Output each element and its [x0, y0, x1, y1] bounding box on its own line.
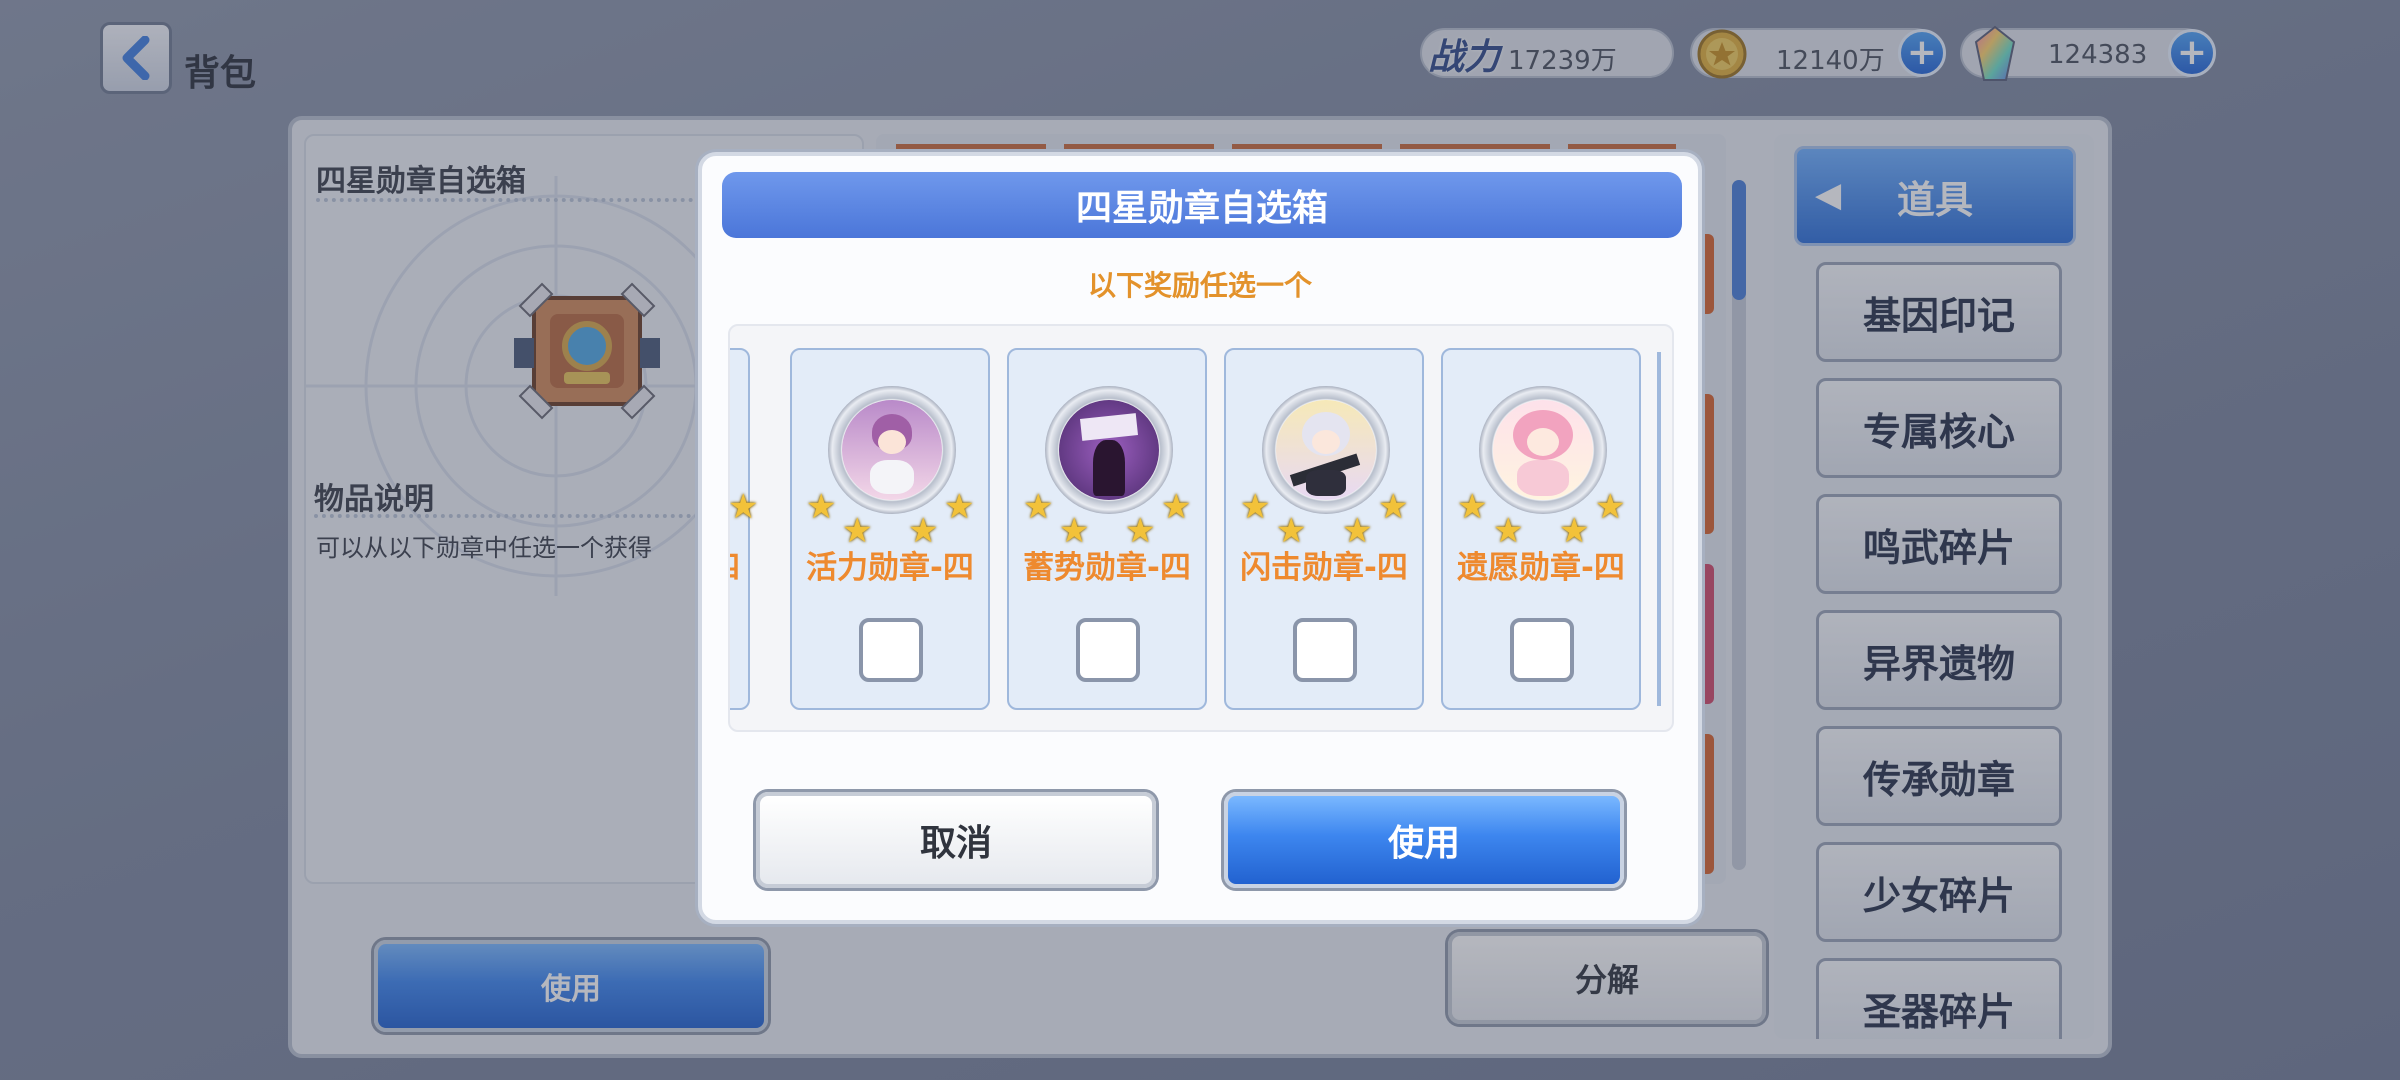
- option-card-momentum[interactable]: ★ ★ ★ ★ 蓄势勋章-四: [1007, 348, 1207, 710]
- dialog-subtitle: 以下奖励任选一个: [1087, 269, 1312, 302]
- option-card-vitality[interactable]: ★ ★ ★ ★ 活力勋章-四: [790, 348, 990, 710]
- medal-portrait: [1262, 386, 1390, 514]
- star-icon: ★: [1378, 487, 1409, 527]
- option-name: 活力勋章-四: [806, 550, 974, 586]
- star-icon: ★: [944, 487, 975, 527]
- option-checkbox[interactable]: [1293, 618, 1357, 682]
- option-name: 遗愿勋章-四: [1457, 550, 1625, 586]
- option-card-last-wish[interactable]: ★ ★ ★ ★ 遗愿勋章-四: [1441, 348, 1641, 710]
- option-checkbox[interactable]: [859, 618, 923, 682]
- select-reward-dialog: 四星勋章自选箱 以下奖励任选一个 ★ 四 ★ ★ ★ ★ 活力勋章-四: [698, 152, 1702, 924]
- option-checkbox[interactable]: [1076, 618, 1140, 682]
- reward-options-list[interactable]: ★ 四 ★ ★ ★ ★ 活力勋章-四: [728, 324, 1674, 732]
- dialog-title: 四星勋章自选箱: [722, 172, 1682, 238]
- medal-portrait: [828, 386, 956, 514]
- option-name: 蓄势勋章-四: [1023, 550, 1191, 586]
- star-icon: ★: [1240, 487, 1271, 527]
- next-card-edge: [1657, 352, 1661, 706]
- option-name: 四: [730, 542, 740, 587]
- option-checkbox[interactable]: [1510, 618, 1574, 682]
- confirm-use-button[interactable]: 使用: [1224, 792, 1624, 888]
- star-icon: ★: [806, 487, 837, 527]
- option-card-flash-strike[interactable]: ★ ★ ★ ★ 闪击勋章-四: [1224, 348, 1424, 710]
- star-icon: ★: [1023, 487, 1054, 527]
- star-icon: ★: [1457, 487, 1488, 527]
- medal-portrait: [1045, 386, 1173, 514]
- star-icon: ★: [1595, 487, 1626, 527]
- cancel-button[interactable]: 取消: [756, 792, 1156, 888]
- partial-option-card[interactable]: ★ 四: [730, 348, 758, 710]
- star-icon: ★: [1161, 487, 1192, 527]
- medal-portrait: [1479, 386, 1607, 514]
- option-name: 闪击勋章-四: [1240, 550, 1408, 586]
